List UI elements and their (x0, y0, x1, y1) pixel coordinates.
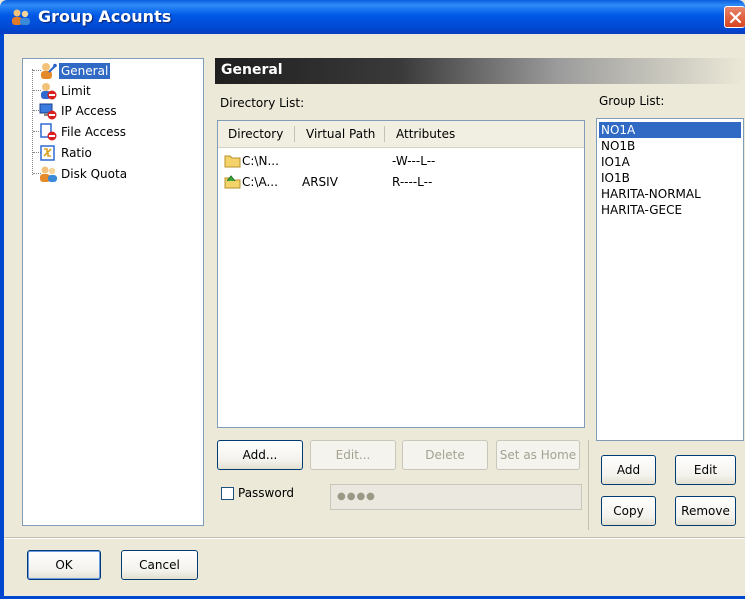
directory-list-label: Directory List: (220, 96, 305, 110)
list-item[interactable]: NO1A (599, 122, 741, 138)
tree-item-ratio[interactable]: Ratio (39, 143, 94, 163)
tree-item-disk-quota[interactable]: Disk Quota (39, 164, 129, 184)
home-folder-icon (224, 175, 241, 189)
delete-directory-button[interactable]: Delete (402, 440, 488, 470)
directory-cell: C:\A... (242, 175, 278, 189)
list-item[interactable]: HARITA-GECE (599, 202, 741, 218)
table-row[interactable]: C:\N... -W---L-- (218, 151, 584, 171)
add-group-button[interactable]: Add (601, 455, 656, 485)
tree-item-file-access[interactable]: File Access (39, 122, 128, 142)
set-as-home-button[interactable]: Set as Home (496, 440, 580, 470)
cancel-button[interactable]: Cancel (121, 550, 198, 580)
window-title: Group Acounts (38, 7, 172, 26)
ratio-icon (40, 145, 55, 161)
list-item[interactable]: IO1B (599, 170, 741, 186)
column-header-directory[interactable]: Directory (218, 121, 294, 147)
disk-quota-icon (40, 166, 57, 182)
network-access-icon (39, 103, 57, 120)
window-frame (0, 34, 4, 599)
list-header: Directory Virtual Path Attributes (218, 121, 584, 148)
remove-group-button[interactable]: Remove (675, 496, 736, 526)
attributes-cell: R----L-- (392, 175, 433, 189)
table-row[interactable]: C:\A... ARSIV R----L-- (218, 172, 584, 192)
ok-button[interactable]: OK (27, 550, 101, 580)
title-bar[interactable]: Group Acounts (0, 0, 745, 34)
attributes-cell: -W---L-- (392, 154, 436, 168)
password-label: Password (238, 486, 295, 500)
users-icon (12, 9, 30, 25)
tree-item-general[interactable]: General (39, 61, 111, 81)
edit-group-button[interactable]: Edit (675, 455, 736, 485)
tree-item-limit[interactable]: Limit (39, 81, 93, 101)
edit-directory-button[interactable]: Edit... (310, 440, 396, 470)
section-header: General (215, 58, 745, 84)
tree-connector (32, 69, 33, 175)
group-accounts-dialog: Group Acounts General Limit IP Access Fi… (0, 0, 745, 599)
tree-item-label: File Access (61, 125, 126, 139)
list-item[interactable]: IO1A (599, 154, 741, 170)
tree-item-label: Limit (61, 84, 91, 98)
add-directory-button[interactable]: Add... (217, 440, 303, 470)
tree-item-label: Disk Quota (61, 167, 128, 181)
tree-item-label: Ratio (61, 146, 92, 160)
password-checkbox[interactable] (221, 487, 234, 500)
column-header-attributes[interactable]: Attributes (386, 121, 496, 147)
password-field[interactable]: ●●●● (330, 484, 582, 510)
tree-item-label: IP Access (61, 104, 117, 118)
user-limit-icon (41, 83, 57, 100)
copy-group-button[interactable]: Copy (601, 496, 656, 526)
tree-item-ip-access[interactable]: IP Access (39, 101, 119, 121)
close-icon (729, 11, 742, 24)
column-divider[interactable] (294, 126, 295, 142)
list-item[interactable]: NO1B (599, 138, 741, 154)
virtual-path-cell: ARSIV (302, 175, 338, 189)
column-divider[interactable] (384, 126, 385, 142)
close-button[interactable] (724, 6, 745, 28)
column-header-virtual-path[interactable]: Virtual Path (296, 121, 384, 147)
group-list[interactable]: NO1A NO1B IO1A IO1B HARITA-NORMAL HARITA… (596, 118, 744, 441)
divider (588, 440, 589, 530)
user-key-icon (41, 63, 57, 79)
section-title: General (221, 62, 283, 78)
footer-divider (0, 537, 745, 539)
tree-item-label: General (59, 63, 111, 79)
folder-icon (224, 155, 241, 168)
list-item[interactable]: HARITA-NORMAL (599, 186, 741, 202)
directory-cell: C:\N... (242, 154, 279, 168)
group-list-label: Group List: (599, 94, 665, 108)
directory-list[interactable]: Directory Virtual Path Attributes C:\N..… (217, 120, 585, 428)
file-access-icon (40, 123, 57, 141)
category-tree[interactable]: General Limit IP Access File Access Rati… (22, 58, 204, 526)
